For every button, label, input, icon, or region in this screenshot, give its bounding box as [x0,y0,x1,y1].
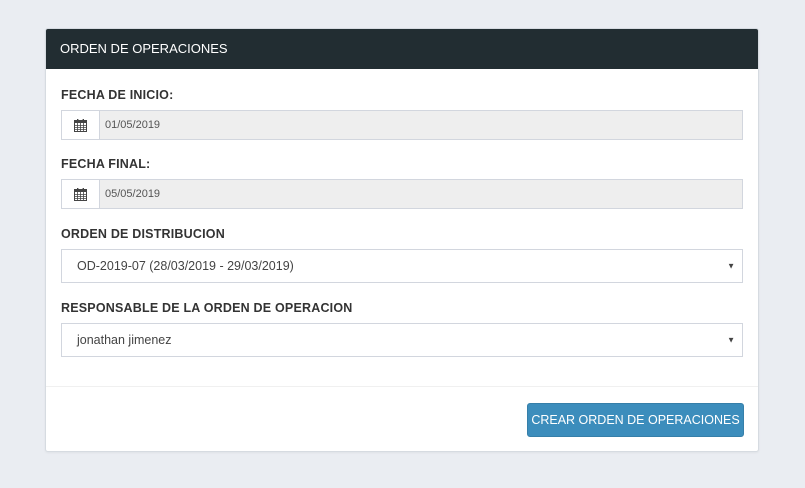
end-date-group: FECHA FINAL: [61,140,743,209]
responsible-label: RESPONSABLE DE LA ORDEN DE OPERACION [61,301,353,315]
form-panel: ORDEN DE OPERACIONES FECHA DE INICIO: 01… [45,28,759,452]
responsible-select[interactable]: jonathan jimenez ▼ [61,323,743,357]
panel-body: FECHA DE INICIO: FECHA FINAL: [46,69,758,357]
end-date-input[interactable] [100,180,742,208]
calendar-icon[interactable] [62,180,100,208]
panel-footer: CREAR ORDEN DE OPERACIONES [46,386,758,451]
calendar-icon[interactable] [62,111,100,139]
distribution-order-select[interactable]: OD-2019-07 (28/03/2019 - 29/03/2019) ▼ [61,249,743,283]
end-date-label: FECHA FINAL: [61,157,151,171]
start-date-input-group [61,110,743,140]
responsible-selected: jonathan jimenez [77,333,172,347]
create-operations-order-button[interactable]: CREAR ORDEN DE OPERACIONES [527,403,744,437]
responsible-group: RESPONSABLE DE LA ORDEN DE OPERACION jon… [61,283,743,357]
distribution-order-group: ORDEN DE DISTRIBUCION OD-2019-07 (28/03/… [61,209,743,283]
distribution-order-label: ORDEN DE DISTRIBUCION [61,227,225,241]
start-date-group: FECHA DE INICIO: [61,69,743,140]
end-date-input-group [61,179,743,209]
panel-title: ORDEN DE OPERACIONES [60,41,228,56]
start-date-label: FECHA DE INICIO: [61,88,174,102]
panel-header: ORDEN DE OPERACIONES [46,29,758,69]
start-date-input[interactable] [100,111,742,139]
chevron-down-icon: ▼ [727,261,735,271]
chevron-down-icon: ▼ [727,335,735,345]
distribution-order-selected: OD-2019-07 (28/03/2019 - 29/03/2019) [77,259,294,273]
